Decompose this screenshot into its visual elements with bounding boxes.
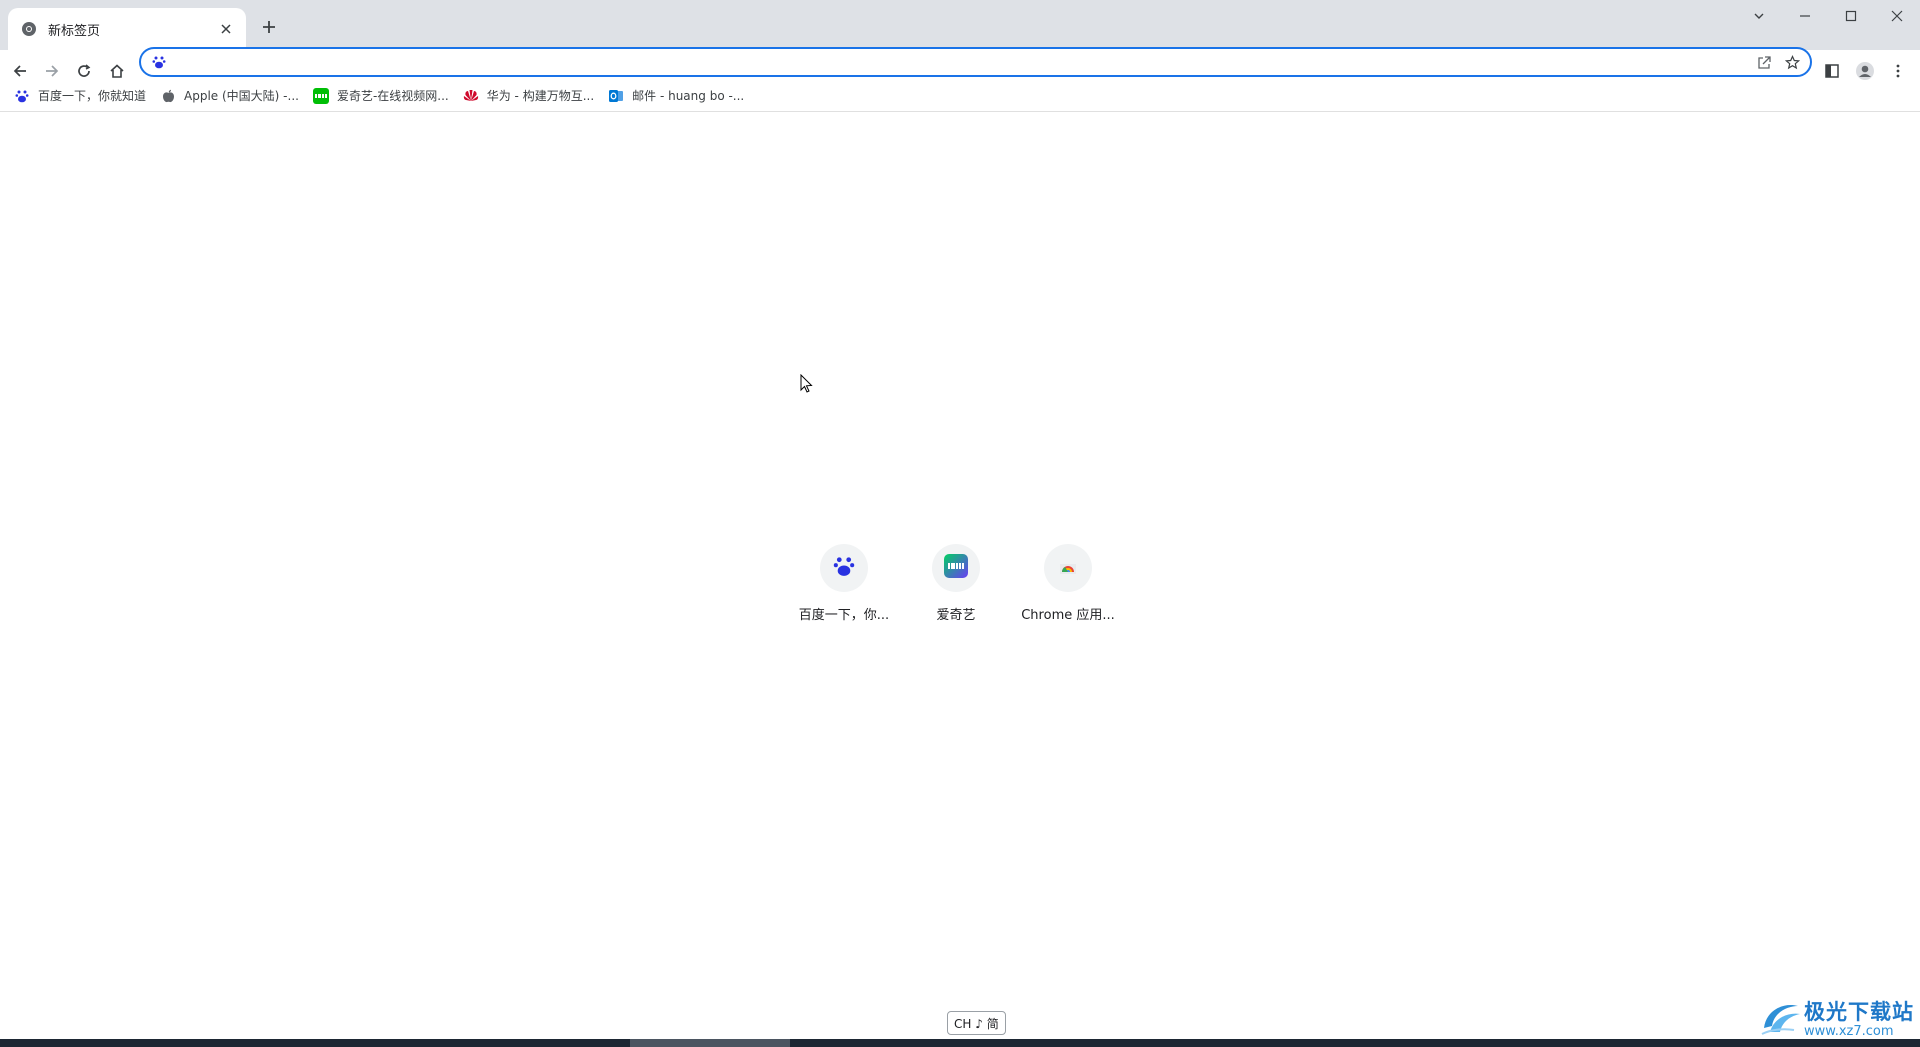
- watermark-logo-icon: [1761, 1004, 1800, 1035]
- address-input[interactable]: [175, 50, 1750, 74]
- bookmark-label: 爱奇艺-在线视频网...: [336, 89, 449, 103]
- shortcut-chrome-webstore[interactable]: Chrome 应用...: [1012, 530, 1124, 642]
- arrow-left-icon: [13, 65, 26, 77]
- bookmarks-bar: 百度一下，你就知道 Apple (中国大陆) -... 爱奇艺-在线视频网...…: [0, 80, 1920, 112]
- reload-icon: [78, 64, 91, 77]
- shortcut-label: 百度一下，你...: [798, 608, 890, 623]
- bookmark-star-button[interactable]: [1778, 49, 1806, 75]
- iqiyi-icon: [312, 87, 329, 104]
- baidu-icon: [14, 88, 30, 104]
- tab-close-button[interactable]: [216, 19, 236, 39]
- shortcuts-grid: 百度一下，你... 爱奇艺 Chrome 应用...: [788, 530, 1124, 642]
- more-vert-icon: [1896, 64, 1900, 78]
- shortcut-label: Chrome 应用...: [1021, 608, 1115, 623]
- bookmark-outlook[interactable]: 邮件 - huang bo -...: [604, 83, 752, 109]
- close-icon: [221, 24, 231, 34]
- huawei-icon: [463, 88, 479, 104]
- shortcut-tile: [820, 544, 868, 592]
- star-icon: [1784, 54, 1800, 69]
- maximize-button[interactable]: [1828, 0, 1874, 32]
- watermark-url: www.xz7.com: [1804, 1023, 1894, 1039]
- share-button[interactable]: [1750, 49, 1778, 75]
- bookmark-baidu[interactable]: 百度一下，你就知道: [10, 83, 154, 109]
- new-tab-page: 百度一下，你... 爱奇艺 Chrome 应用...: [0, 112, 1920, 1037]
- bookmark-apple[interactable]: Apple (中国大陆) -...: [156, 83, 307, 109]
- ime-label: CH ♪ 简: [954, 1016, 999, 1031]
- minimize-button[interactable]: [1782, 0, 1828, 32]
- shortcut-iqiyi[interactable]: 爱奇艺: [900, 530, 1012, 642]
- outlook-icon: [608, 88, 624, 104]
- tab-title: 新标签页: [48, 23, 101, 39]
- bookmark-label: Apple (中国大陆) -...: [184, 89, 299, 103]
- bookmark-label: 华为 - 构建万物互...: [486, 89, 595, 103]
- bookmark-huawei[interactable]: 华为 - 构建万物互...: [459, 83, 602, 109]
- bookmark-label: 邮件 - huang bo -...: [632, 89, 745, 103]
- minimize-icon: [1800, 15, 1810, 17]
- chevron-down-icon: [1754, 13, 1764, 19]
- chrome-webstore-icon: [1057, 555, 1079, 581]
- shortcut-label: 爱奇艺: [936, 608, 976, 623]
- ime-indicator[interactable]: CH ♪ 简: [947, 1011, 1006, 1035]
- mouse-cursor-icon: [800, 374, 813, 393]
- address-bar[interactable]: [139, 47, 1812, 77]
- watermark: 极光下载站 www.xz7.com: [1760, 996, 1916, 1039]
- iqiyi-icon: [944, 554, 968, 582]
- tab-new-tab[interactable]: 新标签页: [8, 8, 246, 50]
- side-panel-icon: [1825, 64, 1839, 78]
- share-icon: [1757, 55, 1771, 69]
- taskbar: [0, 1039, 1920, 1047]
- new-tab-button[interactable]: [256, 14, 282, 40]
- watermark-name: 极光下载站: [1804, 999, 1914, 1024]
- shortcut-tile: [1044, 544, 1092, 592]
- shortcut-baidu[interactable]: 百度一下，你...: [788, 530, 900, 642]
- chrome-icon: [20, 20, 38, 38]
- apple-icon: [160, 88, 176, 104]
- close-window-button[interactable]: [1874, 0, 1920, 32]
- baidu-icon: [151, 49, 167, 75]
- taskbar-active-item[interactable]: [630, 1039, 790, 1047]
- arrow-right-icon: [46, 65, 59, 77]
- bookmark-iqiyi[interactable]: 爱奇艺-在线视频网...: [309, 83, 457, 109]
- maximize-icon: [1845, 10, 1857, 22]
- baidu-icon: [833, 555, 855, 581]
- tab-search-button[interactable]: [1736, 0, 1782, 32]
- bookmark-label: 百度一下，你就知道: [38, 89, 147, 103]
- shortcut-tile: [932, 544, 980, 592]
- close-icon: [1891, 10, 1903, 22]
- avatar-icon: [1856, 62, 1874, 80]
- tab-strip: 新标签页: [0, 0, 1920, 50]
- plus-icon: [263, 21, 275, 33]
- home-icon: [110, 64, 124, 78]
